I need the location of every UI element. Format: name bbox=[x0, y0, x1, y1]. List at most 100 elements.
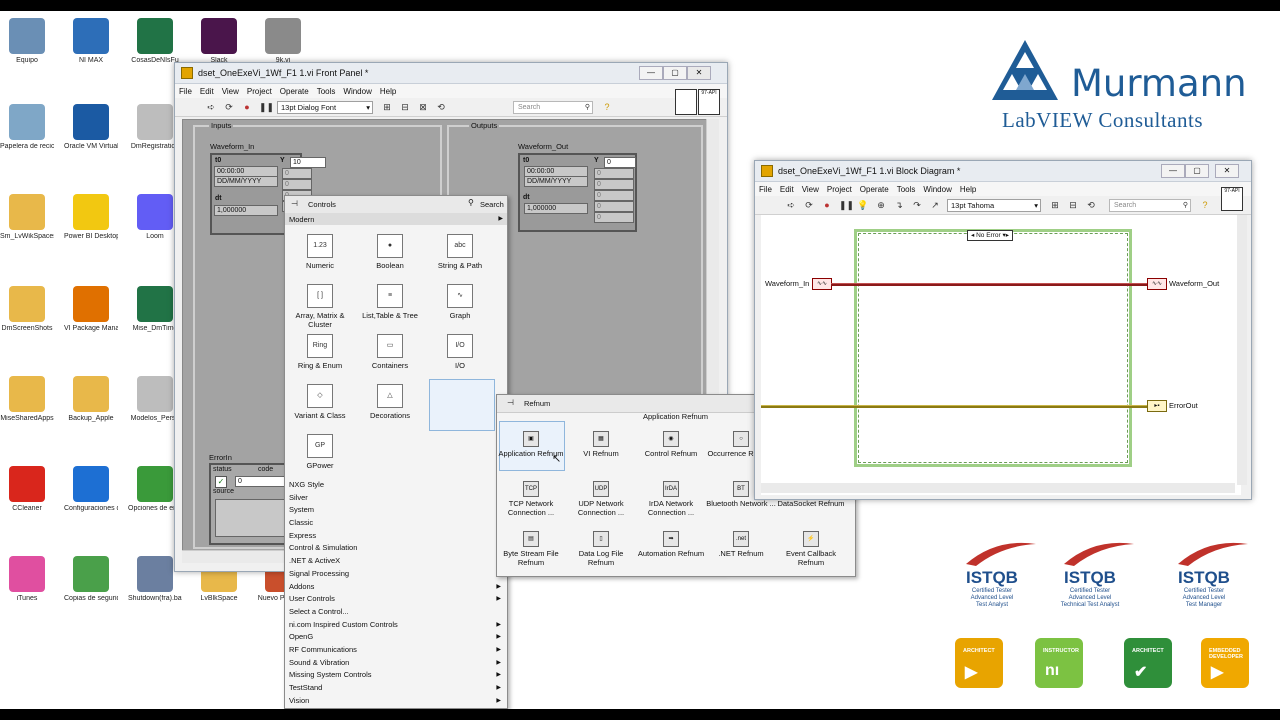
connector-pane-icon[interactable] bbox=[675, 89, 697, 115]
run-continuously-icon[interactable]: ⟳ bbox=[223, 102, 235, 112]
run-continuously-icon[interactable]: ⟳ bbox=[803, 200, 815, 210]
waveform-out-terminal[interactable]: ∿∿ bbox=[1147, 278, 1167, 290]
menu-window[interactable]: Window bbox=[343, 87, 371, 96]
refnum-tile[interactable]: ⚡ Event Callback Refnum bbox=[776, 531, 846, 567]
y-index-field[interactable]: 0 bbox=[604, 157, 636, 168]
desktop-shortcut[interactable]: Equipo bbox=[0, 18, 54, 65]
desktop-shortcut[interactable]: iTunes bbox=[0, 556, 54, 603]
align-objects-icon[interactable]: ⊞ bbox=[381, 102, 393, 112]
run-arrow-icon[interactable]: ➪ bbox=[785, 200, 797, 210]
refnum-tile[interactable]: ▯ Data Log File Refnum bbox=[566, 531, 636, 567]
palette-menu-item[interactable]: Express bbox=[285, 530, 505, 543]
palette-tile[interactable]: △ Decorations bbox=[355, 384, 425, 420]
t0-date-field[interactable]: DD/MM/YYYY bbox=[214, 176, 278, 187]
menu-operate[interactable]: Operate bbox=[860, 185, 889, 194]
palette-menu-item[interactable]: .NET & ActiveX bbox=[285, 555, 505, 568]
menu-help[interactable]: Help bbox=[380, 87, 396, 96]
menu-file[interactable]: File bbox=[179, 87, 192, 96]
error-wire[interactable] bbox=[761, 405, 1151, 408]
step-out-icon[interactable]: ↗ bbox=[929, 200, 941, 210]
y-index-field[interactable]: 10 bbox=[290, 157, 326, 168]
category-modern[interactable]: Modern ▶ bbox=[285, 213, 507, 225]
refnum-tile[interactable]: ➡ Automation Refnum bbox=[636, 531, 706, 559]
step-into-icon[interactable]: ↴ bbox=[893, 200, 905, 210]
abort-icon[interactable]: ● bbox=[241, 102, 253, 112]
close-button[interactable]: ✕ bbox=[1215, 164, 1239, 178]
desktop-shortcut[interactable]: DmScreenShots bbox=[0, 286, 54, 333]
palette-menu-item[interactable]: Addons bbox=[285, 581, 505, 594]
vertical-scrollbar[interactable] bbox=[1237, 215, 1247, 485]
front-panel-titlebar[interactable]: dset_OneExeVi_1Wf_F1 1.vi Front Panel * … bbox=[175, 63, 727, 84]
menu-view[interactable]: View bbox=[802, 185, 819, 194]
refnum-tile[interactable]: TCP TCP Network Connection ... bbox=[496, 481, 566, 517]
minimize-button[interactable]: — bbox=[639, 66, 663, 80]
palette-search-icon[interactable]: ⚲ bbox=[468, 198, 474, 207]
desktop-shortcut[interactable]: CCleaner bbox=[0, 466, 54, 513]
menu-file[interactable]: File bbox=[759, 185, 772, 194]
status-checkbox[interactable]: ✓ bbox=[215, 476, 227, 488]
palette-menu-item[interactable]: System bbox=[285, 504, 505, 517]
desktop-shortcut[interactable]: CosasDeNIsFu bbox=[128, 18, 182, 65]
menu-edit[interactable]: Edit bbox=[780, 185, 794, 194]
palette-menu-item[interactable]: ni.com Inspired Custom Controls bbox=[285, 619, 505, 632]
error-in-cluster[interactable]: status code ✓ 0 source bbox=[209, 463, 293, 545]
waveform-out-indicator[interactable]: t0 00:00:00 DD/MM/YYYY dt 1,000000 Y 0 0… bbox=[518, 153, 637, 232]
help-icon[interactable]: ? bbox=[1199, 200, 1211, 210]
palette-menu-item[interactable]: TestStand bbox=[285, 682, 505, 695]
reorder-icon[interactable]: ⟲ bbox=[435, 102, 447, 112]
palette-tile[interactable]: ▭ Containers bbox=[355, 334, 425, 370]
desktop-shortcut[interactable]: Power BI Desktop bbox=[64, 194, 118, 241]
highlight-execution-icon[interactable]: 💡 bbox=[857, 200, 869, 210]
desktop-shortcut[interactable]: MiseSharedApps bbox=[0, 376, 54, 423]
refnum-tile[interactable]: ▤ Byte Stream File Refnum bbox=[496, 531, 566, 567]
font-select[interactable]: 13pt Dialog Font ▾ bbox=[277, 100, 373, 114]
bd-search-input[interactable]: Search ⚲ bbox=[1109, 198, 1191, 212]
palette-menu-item[interactable]: Missing System Controls bbox=[285, 669, 505, 682]
vi-icon-pane[interactable]: 97-API bbox=[698, 89, 720, 115]
palette-menu-item[interactable]: Signal Processing bbox=[285, 568, 505, 581]
palette-tile[interactable]: ≡ List,Table & Tree bbox=[355, 284, 425, 320]
dt-field[interactable]: 1,000000 bbox=[214, 205, 278, 216]
menu-operate[interactable]: Operate bbox=[280, 87, 309, 96]
menu-edit[interactable]: Edit bbox=[200, 87, 214, 96]
help-icon[interactable]: ? bbox=[601, 102, 613, 112]
palette-menu-item[interactable]: NXG Style bbox=[285, 479, 505, 492]
palette-tile[interactable]: Ring Ring & Enum bbox=[285, 334, 355, 370]
palette-menu-item[interactable]: Control & Simulation bbox=[285, 542, 505, 555]
block-diagram-titlebar[interactable]: dset_OneExeVi_1Wf_F1 1.vi Block Diagram … bbox=[755, 161, 1251, 182]
pin-icon[interactable]: ⊣ bbox=[291, 199, 298, 208]
vi-icon-pane[interactable]: 97-API bbox=[1221, 187, 1243, 211]
distribute-objects-icon[interactable]: ⊟ bbox=[399, 102, 411, 112]
menu-view[interactable]: View bbox=[222, 87, 239, 96]
run-arrow-icon[interactable]: ➪ bbox=[205, 102, 217, 112]
palette-tile[interactable]: [ ] Array, Matrix & Cluster bbox=[285, 284, 355, 329]
palette-tile[interactable]: 1.23 Numeric bbox=[285, 234, 355, 270]
desktop-shortcut[interactable]: Configuraciones de Bluetooth - Acc... bbox=[64, 466, 118, 513]
menu-help[interactable]: Help bbox=[960, 185, 976, 194]
desktop-shortcut[interactable]: Papelera de reciclaje bbox=[0, 104, 54, 151]
palette-menu-item[interactable]: OpenG bbox=[285, 631, 505, 644]
case-selector[interactable]: ◂ No Error ▾▸ bbox=[967, 230, 1013, 241]
font-select[interactable]: 13pt Tahoma ▾ bbox=[947, 198, 1041, 212]
source-field[interactable] bbox=[215, 499, 285, 537]
palette-tile[interactable]: ● Boolean bbox=[355, 234, 425, 270]
minimize-button[interactable]: — bbox=[1161, 164, 1185, 178]
waveform-wire[interactable] bbox=[831, 283, 1151, 286]
step-over-icon[interactable]: ↷ bbox=[911, 200, 923, 210]
desktop-shortcut[interactable]: Copias de seguridad... bbox=[64, 556, 118, 603]
palette-tile[interactable]: I/O I/O bbox=[425, 334, 495, 370]
desktop-shortcut[interactable]: Sm_LvWikSpaces bbox=[0, 194, 54, 241]
refnum-tile[interactable]: ▦ VI Refnum bbox=[566, 431, 636, 459]
refnum-tile[interactable]: IrDA IrDA Network Connection ... bbox=[636, 481, 706, 517]
desktop-shortcut[interactable]: VI Package Manager bbox=[64, 286, 118, 333]
reorder-icon[interactable]: ⟲ bbox=[1085, 200, 1097, 210]
palette-search-button[interactable]: Search bbox=[480, 200, 504, 209]
menu-tools[interactable]: Tools bbox=[897, 185, 916, 194]
refnum-tile[interactable]: UDP UDP Network Connection ... bbox=[566, 481, 636, 517]
fp-search-input[interactable]: Search ⚲ bbox=[513, 100, 593, 114]
desktop-shortcut[interactable]: Slack bbox=[192, 18, 246, 65]
desktop-shortcut[interactable]: Oracle VM VirtualBox bbox=[64, 104, 118, 151]
pause-icon[interactable]: ❚❚ bbox=[259, 102, 274, 112]
palette-tile[interactable]: abc String & Path bbox=[425, 234, 495, 270]
menu-project[interactable]: Project bbox=[247, 87, 272, 96]
